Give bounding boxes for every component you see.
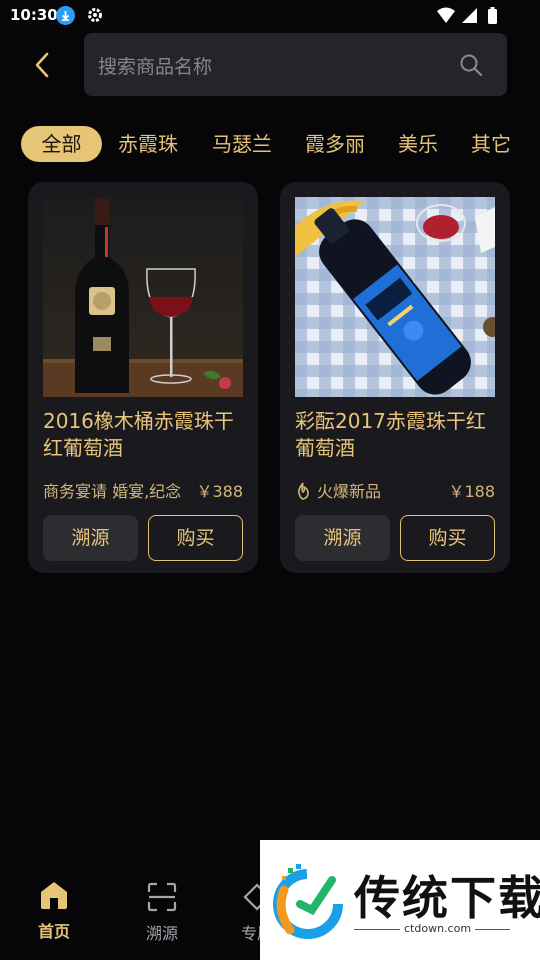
trace-button[interactable]: 溯源 bbox=[295, 515, 390, 561]
watermark: 传统下载 ctdown.com bbox=[260, 840, 540, 960]
tab-all[interactable]: 全部 bbox=[21, 126, 102, 162]
tab-merlot[interactable]: 美乐 bbox=[392, 126, 444, 162]
watermark-title: 传统下载 bbox=[354, 871, 540, 925]
nav-home[interactable]: 首页 bbox=[19, 880, 89, 942]
download-icon bbox=[56, 6, 75, 25]
product-price: ￥188 bbox=[448, 482, 495, 501]
product-image-wine-bottle[interactable] bbox=[43, 197, 243, 397]
signal-icon bbox=[462, 8, 477, 23]
product-price: ￥388 bbox=[196, 482, 243, 501]
nav-trace[interactable]: 溯源 bbox=[127, 882, 197, 944]
buy-button[interactable]: 购买 bbox=[148, 515, 243, 561]
product-card[interactable]: 彩酝2017赤霞珠干红葡萄酒 火爆新品 ￥188 溯源 购买 bbox=[280, 182, 510, 573]
product-name[interactable]: 2016橡木桶赤霞珠干红葡萄酒 bbox=[43, 408, 248, 462]
buy-button[interactable]: 购买 bbox=[400, 515, 495, 561]
search-icon[interactable] bbox=[459, 53, 483, 81]
product-tag: 火爆新品 bbox=[295, 478, 381, 502]
nav-trace-label: 溯源 bbox=[145, 924, 178, 943]
tab-chardonnay[interactable]: 霞多丽 bbox=[299, 126, 371, 162]
search-placeholder: 搜索商品名称 bbox=[98, 56, 213, 78]
home-icon bbox=[41, 882, 67, 909]
watermark-url: ctdown.com bbox=[400, 922, 476, 935]
product-name[interactable]: 彩酝2017赤霞珠干红葡萄酒 bbox=[295, 408, 500, 462]
wifi-icon bbox=[437, 7, 455, 23]
search-input[interactable]: 搜索商品名称 bbox=[84, 33, 507, 96]
status-bar: 10:30 bbox=[0, 0, 540, 32]
product-tag: 商务宴请 婚宴,纪念 bbox=[43, 482, 182, 501]
battery-icon bbox=[488, 7, 497, 24]
back-arrow-icon[interactable] bbox=[28, 50, 56, 80]
settings-gear-icon bbox=[86, 6, 104, 28]
tab-marselan[interactable]: 马瑟兰 bbox=[206, 126, 278, 162]
product-meta: 商务宴请 婚宴,纪念 ￥388 bbox=[43, 478, 243, 501]
category-tabs: 全部 赤霞珠 马瑟兰 霞多丽 美乐 其它 bbox=[0, 124, 540, 164]
trace-button[interactable]: 溯源 bbox=[43, 515, 138, 561]
tab-cabernet-sauvignon[interactable]: 赤霞珠 bbox=[112, 126, 184, 162]
product-tag-text: 火爆新品 bbox=[317, 482, 382, 501]
tab-other[interactable]: 其它 bbox=[465, 126, 517, 162]
scan-icon bbox=[147, 882, 177, 912]
system-status-icons bbox=[436, 6, 504, 30]
product-meta: 火爆新品 ￥188 bbox=[295, 478, 495, 502]
product-image-wine-bottle[interactable] bbox=[295, 197, 495, 397]
status-time: 10:30 bbox=[10, 6, 58, 24]
nav-home-label: 首页 bbox=[37, 922, 70, 941]
product-card[interactable]: 2016橡木桶赤霞珠干红葡萄酒 商务宴请 婚宴,纪念 ￥388 溯源 购买 bbox=[28, 182, 258, 573]
watermark-logo-icon bbox=[270, 860, 348, 944]
fire-icon bbox=[298, 482, 309, 500]
